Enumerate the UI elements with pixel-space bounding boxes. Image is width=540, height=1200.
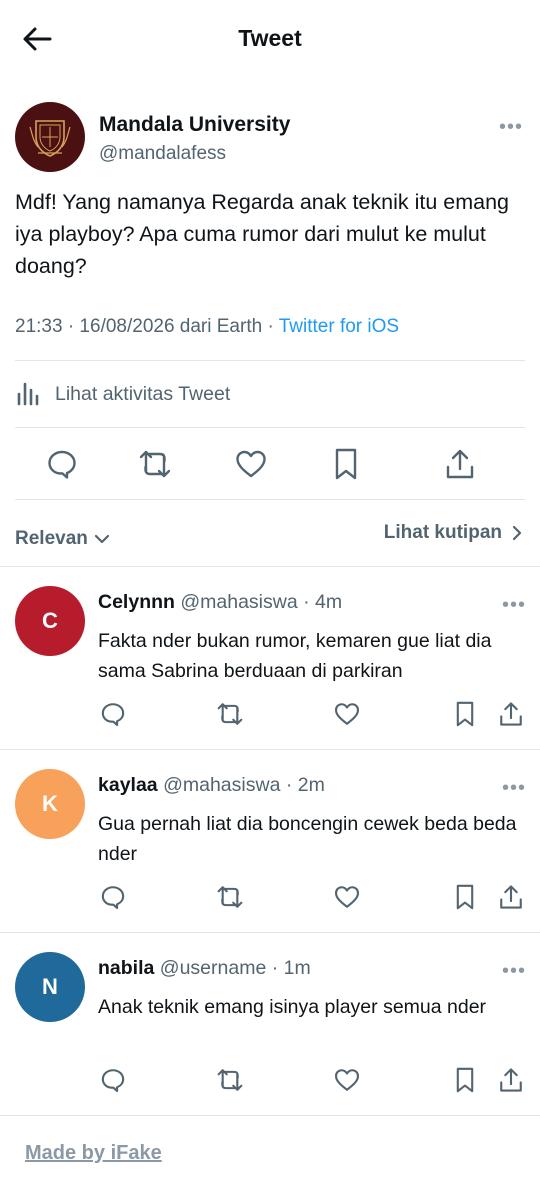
reply-text: Gua pernah liat dia boncengin cewek beda…: [98, 813, 517, 865]
share-icon[interactable]: [496, 1065, 526, 1095]
retweet-icon[interactable]: [215, 882, 245, 912]
divider: [0, 932, 540, 933]
analytics-icon: [17, 382, 39, 406]
reply-item[interactable]: K kaylaa @mahasiswa · 2m ••• Gua pernah …: [0, 769, 540, 932]
reply-text: Fakta nder bukan rumor, kemaren gue liat…: [98, 630, 492, 682]
divider: [15, 427, 525, 428]
reply-header: Celynnn @mahasiswa · 4m: [98, 591, 342, 614]
bookmark-icon[interactable]: [450, 699, 480, 729]
reply-icon[interactable]: [45, 447, 79, 481]
sort-dropdown[interactable]: Relevan: [15, 528, 112, 550]
university-logo-icon: [29, 120, 71, 157]
tweet-meta: 21:33 · 16/08/2026 dari Earth · Twitter …: [15, 316, 399, 338]
avatar[interactable]: [15, 102, 85, 172]
chevron-right-icon: [512, 525, 522, 541]
tweet-text: Mdf! Yang namanya Regarda anak teknik it…: [15, 190, 510, 278]
tweet-source-link[interactable]: Twitter for iOS: [279, 316, 399, 337]
avatar[interactable]: K: [15, 769, 85, 839]
reply-author-name[interactable]: nabila: [98, 957, 154, 979]
reply-icon[interactable]: [98, 882, 128, 912]
more-icon[interactable]: •••: [502, 961, 526, 981]
more-icon[interactable]: •••: [502, 778, 526, 798]
divider: [15, 360, 525, 361]
bookmark-icon[interactable]: [450, 1065, 480, 1095]
author-name[interactable]: Mandala University: [99, 113, 290, 137]
bookmark-icon[interactable]: [450, 882, 480, 912]
share-icon[interactable]: [496, 699, 526, 729]
reply-handle-time: @mahasiswa · 2m: [163, 774, 325, 796]
tweet-timestamp: 21:33 · 16/08/2026 dari Earth ·: [15, 316, 279, 337]
divider: [0, 566, 540, 567]
tweet-author: Mandala University @mandalafess •••: [15, 102, 525, 174]
like-icon[interactable]: [332, 699, 362, 729]
divider: [15, 499, 525, 500]
reply-item[interactable]: N nabila @username · 1m ••• Anak teknik …: [0, 952, 540, 1115]
author-handle[interactable]: @mandalafess: [99, 143, 226, 165]
divider: [0, 749, 540, 750]
activity-link[interactable]: Lihat aktivitas Tweet: [15, 376, 230, 412]
reply-author-name[interactable]: kaylaa: [98, 774, 158, 796]
reply-handle-time: @username · 1m: [159, 957, 311, 979]
reply-handle-time: @mahasiswa · 4m: [180, 591, 343, 613]
watermark-text: Made by iFake: [25, 1142, 162, 1164]
more-icon[interactable]: •••: [499, 117, 523, 137]
page-title: Tweet: [238, 25, 302, 51]
avatar[interactable]: N: [15, 952, 85, 1022]
retweet-icon[interactable]: [215, 699, 245, 729]
reply-icon[interactable]: [98, 1065, 128, 1095]
reply-header: nabila @username · 1m: [98, 957, 311, 980]
share-icon[interactable]: [443, 447, 477, 481]
reply-item[interactable]: C Celynnn @mahasiswa · 4m ••• Fakta nder…: [0, 586, 540, 749]
quotes-label: Lihat kutipan: [383, 522, 502, 543]
reply-author-name[interactable]: Celynnn: [98, 591, 175, 613]
avatar[interactable]: C: [15, 586, 85, 656]
divider: [0, 1115, 540, 1116]
retweet-icon[interactable]: [138, 447, 172, 481]
like-icon[interactable]: [234, 447, 268, 481]
retweet-icon[interactable]: [215, 1065, 245, 1095]
quotes-link[interactable]: Lihat kutipan: [384, 522, 526, 544]
activity-label: Lihat aktivitas Tweet: [55, 382, 231, 405]
like-icon[interactable]: [332, 1065, 362, 1095]
sort-label: Relevan: [15, 528, 88, 549]
chevron-down-icon: [94, 534, 109, 544]
more-icon[interactable]: •••: [502, 595, 526, 615]
reply-text: Anak teknik emang isinya player semua nd…: [98, 996, 487, 1018]
reply-icon[interactable]: [98, 699, 128, 729]
top-bar: Tweet: [0, 0, 540, 80]
reply-header: kaylaa @mahasiswa · 2m: [98, 774, 325, 797]
bookmark-icon[interactable]: [329, 447, 363, 481]
like-icon[interactable]: [332, 882, 362, 912]
share-icon[interactable]: [496, 882, 526, 912]
